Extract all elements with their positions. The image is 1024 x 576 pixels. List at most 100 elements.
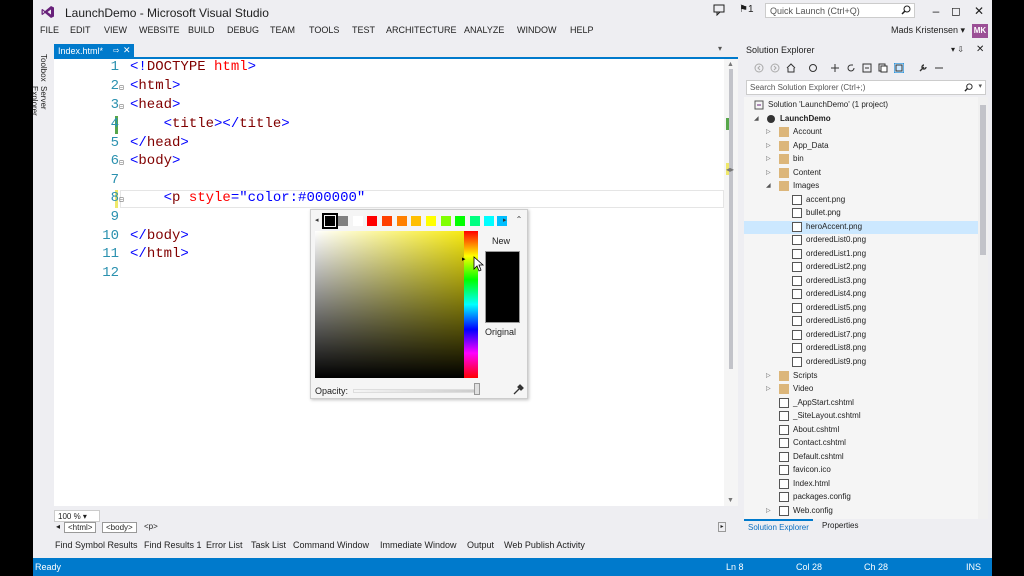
swatch-yellow[interactable] <box>426 216 436 226</box>
eyedropper-icon[interactable] <box>512 384 524 396</box>
menu-website[interactable]: WEBSITE <box>139 25 180 35</box>
menu-team[interactable]: TEAM <box>270 25 295 35</box>
tab-find-results-1[interactable]: Find Results 1 <box>144 540 202 550</box>
hue-marker-icon[interactable]: ▸ <box>462 255 466 263</box>
tab-overflow-chevron-icon[interactable]: ▾ <box>718 44 722 53</box>
tree-item-file[interactable]: Default.cshtml <box>744 451 988 464</box>
scroll-up-icon[interactable]: ▲ <box>727 61 734 68</box>
tree-item-file[interactable]: orderedList8.png <box>744 342 988 355</box>
chevron-down-icon[interactable]: ▾ <box>978 82 982 90</box>
tree-item-folder[interactable]: ▷ Video <box>744 383 988 396</box>
menu-debug[interactable]: DEBUG <box>227 25 259 35</box>
restore-button[interactable]: ◻ <box>945 2 967 20</box>
collapse-icon[interactable]: ⊟ <box>119 83 124 92</box>
tree-item-file[interactable]: orderedList9.png <box>744 356 988 369</box>
tree-item-solution[interactable]: Solution 'LaunchDemo' (1 project) <box>744 99 988 112</box>
collapsed-arrow-icon[interactable]: ▷ <box>766 385 771 392</box>
tree-item-folder[interactable]: ▷ Content <box>744 167 988 180</box>
collapsed-arrow-icon[interactable]: ▷ <box>766 155 771 162</box>
avatar[interactable]: MK <box>972 24 988 38</box>
pin-icon[interactable]: ▾ ⇩ <box>951 45 964 54</box>
expanded-arrow-icon[interactable]: ◢ <box>754 115 759 122</box>
swatch-gray[interactable] <box>338 216 348 226</box>
tree-item-file[interactable]: orderedList2.png <box>744 261 988 274</box>
collapsed-arrow-icon[interactable]: ▷ <box>766 372 771 379</box>
menu-build[interactable]: BUILD <box>188 25 215 35</box>
toolbox-tab[interactable]: Toolbox <box>37 54 48 82</box>
tab-web-publish-activity[interactable]: Web Publish Activity <box>504 540 585 550</box>
refresh-icon[interactable] <box>846 63 856 73</box>
swatch-lime[interactable] <box>441 216 451 226</box>
tree-item-file[interactable]: _AppStart.cshtml <box>744 397 988 410</box>
tree-item-file[interactable]: accent.png <box>744 194 988 207</box>
pin-icon[interactable]: ⇨ <box>113 46 120 55</box>
collapse-icon[interactable]: ⊟ <box>119 158 124 167</box>
pending-changes-icon[interactable] <box>830 63 840 73</box>
tree-item-file-selected[interactable]: heroAccent.png <box>744 221 988 234</box>
server-explorer-tab[interactable]: Server Explorer <box>33 86 48 140</box>
quick-launch-input[interactable]: Quick Launch (Ctrl+Q) <box>765 3 915 18</box>
collapse-all-icon[interactable] <box>862 63 872 73</box>
menu-architecture[interactable]: ARCHITECTURE <box>386 25 457 35</box>
swatch-green[interactable] <box>455 216 465 226</box>
scroll-right-icon[interactable]: ▸ <box>718 522 726 532</box>
menu-window[interactable]: WINDOW <box>517 25 557 35</box>
swatch-black[interactable] <box>322 213 338 229</box>
swatch-orange[interactable] <box>397 216 407 226</box>
menu-test[interactable]: TEST <box>352 25 375 35</box>
tree-item-file[interactable]: Contact.cshtml <box>744 437 988 450</box>
close-icon[interactable]: ✕ <box>976 44 984 55</box>
tree-item-file[interactable]: orderedList3.png <box>744 275 988 288</box>
back-icon[interactable] <box>754 63 764 73</box>
tree-item-file[interactable]: Index.html <box>744 478 988 491</box>
swatch-scroll-right-icon[interactable]: ▸ <box>503 216 507 224</box>
collapsed-arrow-icon[interactable]: ▷ <box>766 142 771 149</box>
tree-item-folder[interactable]: ▷ bin <box>744 153 988 166</box>
swatch-cyan[interactable] <box>484 216 494 226</box>
tree-item-folder[interactable]: ◢ Images <box>744 180 988 193</box>
preview-selected-icon[interactable] <box>894 63 904 73</box>
breadcrumb-p[interactable]: <p> <box>144 522 158 531</box>
tree-item-folder[interactable]: ▷ App_Data <box>744 140 988 153</box>
tree-item-file[interactable]: orderedList4.png <box>744 288 988 301</box>
minus-icon[interactable] <box>934 63 944 73</box>
sync-icon[interactable] <box>808 63 818 73</box>
tab-task-list[interactable]: Task List <box>251 540 286 550</box>
tab-find-symbol-results[interactable]: Find Symbol Results <box>55 540 138 550</box>
swatch-red-orange[interactable] <box>382 216 392 226</box>
collapse-icon[interactable]: ⊟ <box>119 195 124 204</box>
tree-item-folder[interactable]: ▷ Scripts <box>744 370 988 383</box>
tab-immediate-window[interactable]: Immediate Window <box>380 540 457 550</box>
tree-item-file[interactable]: orderedList6.png <box>744 315 988 328</box>
home-icon[interactable] <box>786 63 796 73</box>
scrollbar-thumb[interactable] <box>729 69 733 369</box>
signed-in-user[interactable]: Mads Kristensen ▾ <box>891 25 965 36</box>
menu-edit[interactable]: EDIT <box>70 25 91 35</box>
minimize-button[interactable]: – <box>925 2 947 20</box>
close-tab-icon[interactable]: ✕ <box>123 45 131 56</box>
tab-properties[interactable]: Properties <box>822 521 858 530</box>
swatch-white[interactable] <box>353 216 363 226</box>
saturation-value-area[interactable] <box>315 231 464 378</box>
collapsed-arrow-icon[interactable]: ▷ <box>766 128 771 135</box>
swatch-scroll-left-icon[interactable]: ◂ <box>315 216 319 224</box>
split-editor-icon[interactable]: ◂▸ <box>726 165 734 174</box>
tab-solution-explorer[interactable]: Solution Explorer <box>744 519 813 534</box>
scrollbar-thumb[interactable] <box>980 105 986 255</box>
editor-vertical-scrollbar[interactable]: ▲ ▼ <box>724 59 738 506</box>
opacity-slider-thumb[interactable] <box>474 383 480 395</box>
breadcrumb-body[interactable]: <body> <box>102 522 137 533</box>
close-window-button[interactable]: ✕ <box>968 2 990 20</box>
solution-explorer-scrollbar[interactable] <box>978 97 988 519</box>
tree-item-project[interactable]: ◢ LaunchDemo <box>744 113 988 126</box>
breadcrumb-html[interactable]: <html> <box>64 522 97 533</box>
tree-item-file[interactable]: favicon.ico <box>744 464 988 477</box>
opacity-slider[interactable] <box>353 389 477 393</box>
tree-item-file[interactable]: orderedList5.png <box>744 302 988 315</box>
tree-item-file[interactable]: packages.config <box>744 491 988 504</box>
menu-help[interactable]: HELP <box>570 25 594 35</box>
notifications-icon[interactable] <box>713 4 725 16</box>
menu-view[interactable]: VIEW <box>104 25 127 35</box>
menu-file[interactable]: FILE <box>40 25 59 35</box>
tree-item-file[interactable]: ▷ Web.config <box>744 505 988 518</box>
